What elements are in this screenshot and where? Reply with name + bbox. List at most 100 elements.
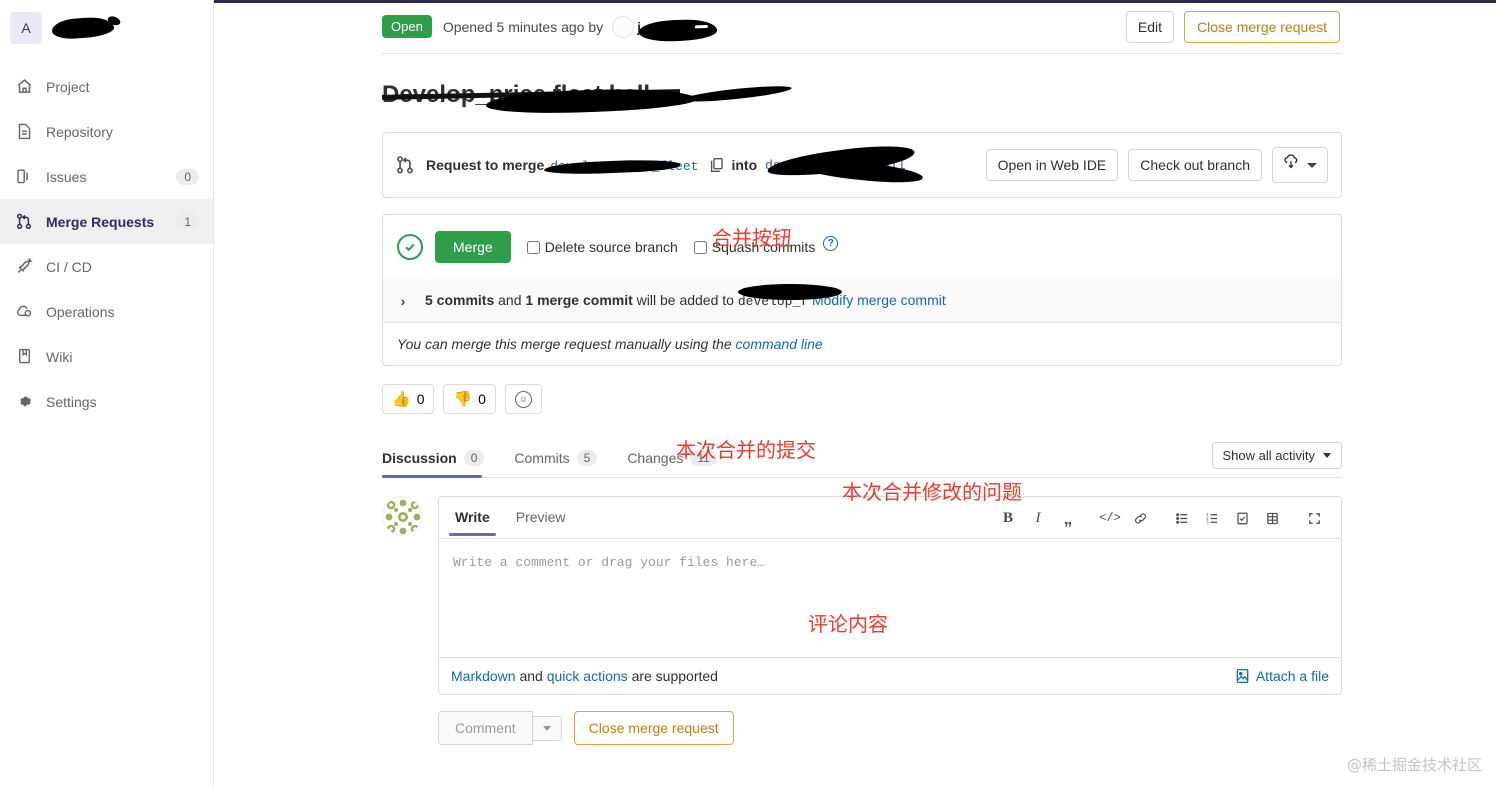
sidebar-item-issues[interactable]: Issues 0 — [0, 154, 213, 199]
home-icon — [14, 78, 34, 96]
table-icon[interactable] — [1257, 506, 1287, 530]
tab-label: Changes — [627, 450, 684, 466]
tab-changes[interactable]: Changes 11 — [627, 450, 731, 477]
smiley-icon: ☺ — [514, 390, 532, 408]
bullet-list-icon[interactable] — [1167, 506, 1197, 530]
watermark: @稀土掘金技术社区 — [1346, 756, 1482, 774]
markdown-link[interactable]: Markdown — [451, 668, 516, 684]
sidebar-item-label: CI / CD — [46, 258, 92, 275]
issues-icon — [14, 168, 34, 186]
thumbs-up-icon: 👍 — [392, 390, 411, 408]
code-icon[interactable]: </> — [1095, 506, 1125, 530]
author-avatar[interactable] — [612, 15, 635, 38]
tab-commits[interactable]: Commits 5 — [514, 450, 611, 477]
close-merge-request-button-bottom[interactable]: Close merge request — [573, 711, 734, 745]
check-out-branch-button[interactable]: Check out branch — [1128, 149, 1262, 181]
target-branch-link[interactable]: develop_fleet_ball — [761, 141, 924, 187]
book-icon — [14, 348, 34, 366]
document-icon — [14, 123, 34, 141]
tab-label: Commits — [514, 450, 570, 466]
command-line-link[interactable]: command line — [736, 336, 823, 352]
tab-count-badge: 5 — [576, 450, 598, 466]
sidebar-project-header[interactable]: A — [0, 0, 213, 56]
sidebar-item-label: Settings — [46, 393, 97, 410]
merge-request-title-area: Develop_price fleet ball — [381, 54, 1342, 132]
quote-icon[interactable]: „ — [1053, 506, 1083, 530]
merge-commit-text: 1 merge commit — [525, 292, 633, 308]
italic-icon[interactable]: I — [1023, 506, 1053, 530]
image-file-icon — [1235, 668, 1250, 684]
comment-button[interactable]: Comment — [438, 711, 533, 745]
sidebar-item-repository[interactable]: Repository — [0, 109, 213, 154]
chevron-down-icon — [1307, 162, 1317, 168]
merge-request-tabs: Discussion 0 Commits 5 Changes 11 Show a… — [382, 440, 1342, 478]
close-merge-request-button-top[interactable]: Close merge request — [1184, 10, 1340, 43]
question-mark-icon[interactable]: ? — [823, 235, 839, 251]
sidebar-item-wiki[interactable]: Wiki — [0, 334, 213, 379]
sidebar-item-project[interactable]: Project — [0, 64, 213, 109]
request-to-merge-label: Request to merge — [426, 157, 545, 173]
attach-a-file-label: Attach a file — [1255, 668, 1329, 684]
sidebar-item-merge-requests[interactable]: Merge Requests 1 — [0, 199, 213, 244]
tab-label: Discussion — [382, 450, 457, 466]
gitlab-merge-request-page: A Project Repository Issues 0 Merge Requ… — [0, 0, 1496, 787]
comment-dropdown-button[interactable] — [532, 715, 562, 741]
comment-form: Write Preview B I „ </> 1 2 3 Write a co… — [382, 496, 1342, 695]
download-dropdown-button[interactable] — [1272, 147, 1328, 183]
comment-textarea[interactable]: Write a comment or drag your files here… — [439, 539, 1341, 657]
commits-summary-row: › 5 commits and 1 merge commit will be a… — [383, 279, 1341, 322]
tab-count-badge: 0 — [463, 450, 485, 466]
task-list-icon[interactable] — [1227, 506, 1257, 530]
sidebar-item-ci-cd[interactable]: CI / CD — [0, 244, 213, 289]
merge-requests-count-badge: 1 — [176, 213, 199, 230]
delete-source-branch-input[interactable] — [526, 240, 540, 254]
comment-editor: Write Preview B I „ </> 1 2 3 Write a co… — [438, 496, 1342, 695]
thumbs-up-reaction-button[interactable]: 👍 0 — [382, 384, 435, 414]
sidebar-nav: Project Repository Issues 0 Merge Reques… — [0, 64, 213, 424]
squash-commits-input[interactable] — [693, 240, 707, 254]
thumbs-down-icon: 👎 — [453, 390, 473, 408]
squash-commits-label: Squash commits — [711, 239, 816, 255]
source-branch-link[interactable]: develop_price_fleet — [544, 157, 698, 176]
sidebar: A Project Repository Issues 0 Merge Requ… — [0, 0, 214, 787]
squash-commits-checkbox[interactable]: Squash commits — [693, 239, 816, 255]
author-name-redacted — [638, 18, 718, 43]
tab-write[interactable]: Write — [449, 509, 496, 536]
sidebar-item-operations[interactable]: Operations — [0, 289, 213, 334]
quick-actions-link[interactable]: quick actions — [547, 668, 628, 684]
thumbs-up-count: 0 — [416, 391, 425, 407]
numbered-list-icon[interactable]: 123 — [1197, 506, 1227, 530]
link-icon[interactable] — [1125, 506, 1155, 530]
merge-request-icon — [396, 155, 414, 175]
show-all-activity-label: Show all activity — [1222, 448, 1315, 463]
editor-footer: Markdown and quick actions are supported… — [439, 657, 1341, 694]
supported-text: are supported — [631, 668, 718, 684]
chevron-down-icon — [1323, 453, 1331, 458]
edit-button[interactable]: Edit — [1125, 10, 1175, 43]
add-reaction-button[interactable]: ☺ — [504, 384, 542, 414]
open-in-web-ide-button[interactable]: Open in Web IDE — [985, 149, 1119, 181]
bold-icon[interactable]: B — [993, 506, 1023, 530]
delete-source-branch-checkbox[interactable]: Delete source branch — [526, 239, 678, 255]
target-branch-name: develop_f — [737, 284, 842, 309]
thumbs-down-reaction-button[interactable]: 👎 0 — [443, 384, 496, 414]
show-all-activity-dropdown[interactable]: Show all activity — [1211, 442, 1342, 469]
attach-a-file-button[interactable]: Attach a file — [1235, 668, 1329, 684]
sidebar-item-settings[interactable]: Settings — [0, 379, 213, 424]
copy-icon[interactable] — [709, 157, 724, 173]
project-name-redacted — [51, 15, 115, 41]
sidebar-item-label: Operations — [46, 303, 115, 320]
merge-button[interactable]: Merge — [435, 231, 511, 263]
issues-count-badge: 0 — [176, 168, 199, 185]
manual-merge-row: You can merge this merge request manuall… — [383, 322, 1341, 365]
sidebar-item-label: Wiki — [46, 348, 73, 365]
chevron-right-icon[interactable]: › — [397, 293, 409, 309]
fullscreen-icon[interactable] — [1299, 506, 1329, 530]
tab-discussion[interactable]: Discussion 0 — [382, 450, 498, 478]
check-circle-icon — [397, 234, 423, 260]
tab-count-badge: 11 — [690, 450, 717, 466]
will-be-added-text: will be added to — [636, 292, 734, 308]
merge-request-branch-panel: Request to merge develop_price_fleet int… — [382, 132, 1342, 198]
tab-preview[interactable]: Preview — [512, 509, 570, 535]
rocket-icon — [14, 258, 34, 276]
